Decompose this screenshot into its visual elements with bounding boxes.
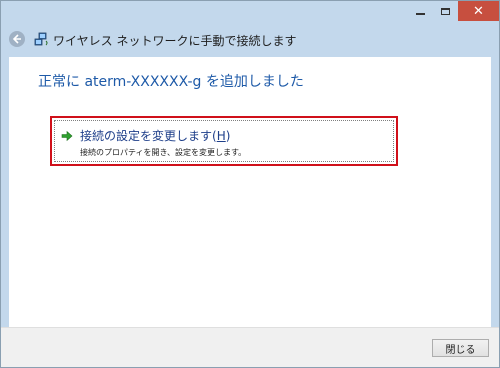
success-heading: 正常に aterm-XXXXXX-g を追加しました: [38, 74, 304, 90]
wireless-network-icon: [34, 32, 48, 46]
close-window-button[interactable]: ✕: [458, 1, 499, 21]
maximize-icon: [441, 7, 450, 15]
green-arrow-icon: [61, 130, 73, 142]
maximize-button[interactable]: [433, 1, 458, 21]
dialog-window: ✕ ワイヤレス ネットワークに手動で接続します 正常に aterm-XXXXXX…: [0, 0, 500, 368]
dialog-title: ワイヤレス ネットワークに手動で接続します: [53, 34, 297, 48]
close-button[interactable]: 閉じる: [432, 339, 489, 357]
navigation-bar: ワイヤレス ネットワークに手動で接続します: [1, 23, 499, 57]
button-bar: 閉じる: [1, 327, 499, 367]
minimize-icon: [416, 13, 425, 15]
minimize-button[interactable]: [408, 1, 433, 21]
change-settings-description: 接続のプロパティを開き、設定を変更します。: [80, 148, 247, 157]
title-bar: ✕: [1, 1, 499, 23]
focus-rectangle: 接続の設定を変更します(H) 接続のプロパティを開き、設定を変更します。: [54, 120, 394, 162]
back-button[interactable]: [9, 31, 25, 47]
content-area: 正常に aterm-XXXXXX-g を追加しました 接続の設定を変更します(H…: [9, 57, 491, 327]
close-icon: ✕: [473, 3, 484, 19]
back-arrow-icon: [12, 34, 21, 44]
change-settings-link[interactable]: 接続の設定を変更します(H) 接続のプロパティを開き、設定を変更します。: [50, 116, 398, 166]
change-settings-title: 接続の設定を変更します(H): [80, 129, 231, 143]
